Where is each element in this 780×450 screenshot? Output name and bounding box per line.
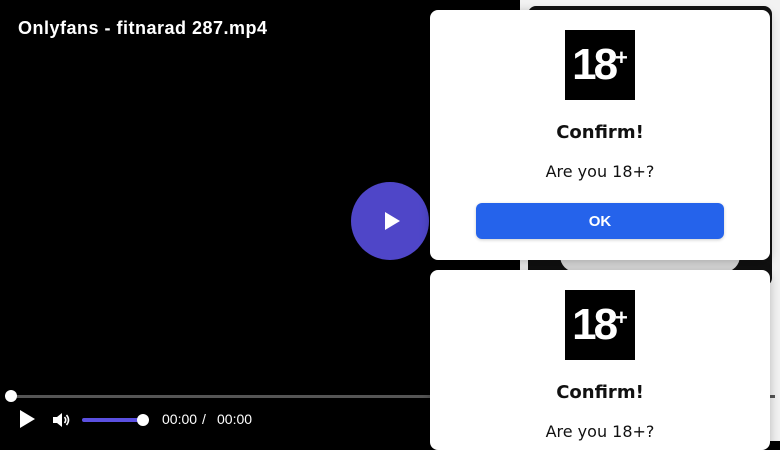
- volume-handle[interactable]: [137, 414, 149, 426]
- progress-handle[interactable]: [5, 390, 17, 402]
- current-time: 00:00: [162, 411, 198, 427]
- video-title: Onlyfans - fitnarad 287.mp4: [18, 18, 268, 38]
- badge-plus: +: [615, 45, 628, 70]
- badge-plus: +: [615, 305, 628, 330]
- badge-number: 18: [572, 40, 618, 89]
- volume-icon[interactable]: [51, 410, 71, 430]
- dialog-title: Confirm!: [556, 122, 644, 143]
- dialog-question: Are you 18+?: [545, 162, 655, 181]
- badge-number: 18: [572, 300, 618, 349]
- play-icon: [384, 212, 400, 230]
- dialog-title: Confirm!: [556, 382, 644, 403]
- age-18-badge: 18 +: [565, 290, 635, 360]
- play-icon[interactable]: [16, 408, 38, 430]
- time-separator: /: [202, 411, 206, 427]
- volume-slider[interactable]: [82, 418, 144, 422]
- age-confirm-dialog: 18 + Confirm! Are you 18+? OK: [430, 10, 770, 260]
- age-confirm-dialog: 18 + Confirm! Are you 18+?: [430, 270, 770, 450]
- big-play-button[interactable]: [351, 182, 429, 260]
- age-18-badge: 18 +: [565, 30, 635, 100]
- ok-button[interactable]: OK: [476, 203, 724, 239]
- dialog-question: Are you 18+?: [545, 422, 655, 441]
- duration: 00:00: [217, 411, 253, 427]
